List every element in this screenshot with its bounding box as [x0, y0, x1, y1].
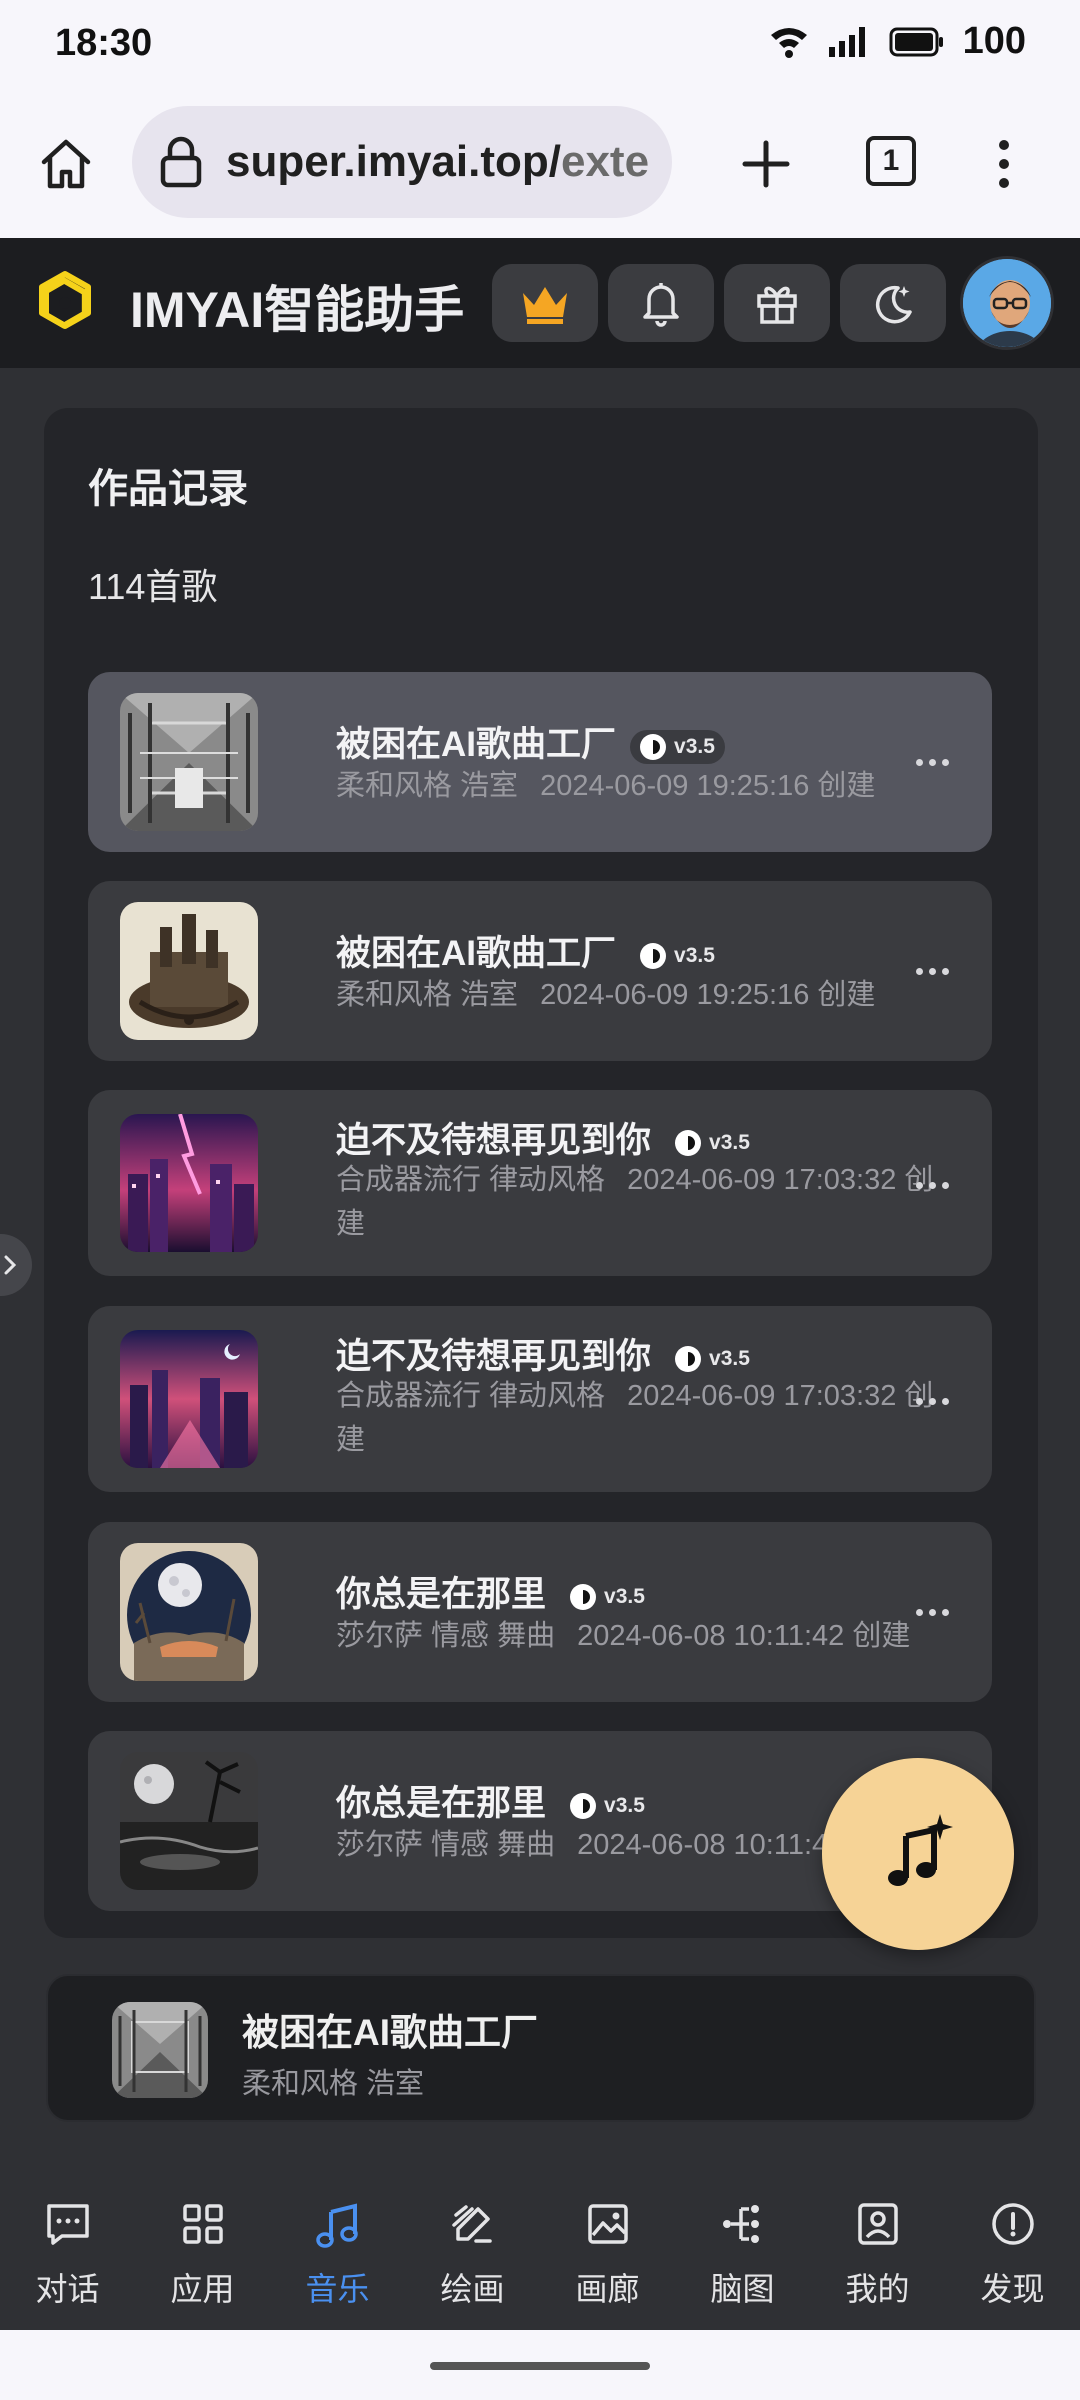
- version-badge: v3.5: [560, 1789, 655, 1823]
- suno-icon: [675, 1129, 702, 1156]
- address-bar[interactable]: super.imyai.top/exte: [132, 106, 672, 218]
- home-gesture-bar[interactable]: [430, 2362, 650, 2370]
- works-title: 作品记录: [88, 467, 248, 511]
- status-time: 18:30: [55, 22, 153, 64]
- suno-icon: [675, 1345, 702, 1372]
- app-header: IMYAI智能助手: [0, 238, 1080, 368]
- song-item[interactable]: 迫不及待想再见到你 v3.5 合成器流行 律动风格 2024-06-09 17:03…: [88, 1090, 992, 1276]
- song-item[interactable]: 被困在AI歌曲工厂 v3.5 柔和风格 浩室 2024-06-09 19:25:16…: [88, 672, 992, 852]
- version-badge: v3.5: [665, 1126, 760, 1160]
- more-icon[interactable]: [916, 1391, 956, 1411]
- wifi-icon: [770, 27, 807, 58]
- app-title: IMYAI智能助手: [130, 282, 465, 338]
- song-cover: [120, 1752, 258, 1890]
- version-badge: v3.5: [630, 939, 725, 973]
- suno-icon: [640, 733, 667, 760]
- theme-toggle-button[interactable]: [840, 264, 946, 342]
- song-cover: [120, 902, 258, 1040]
- song-meta: 合成器流行 律动风格 2024-06-09 17:03:32 创建: [336, 1380, 934, 1456]
- suno-icon: [640, 942, 667, 969]
- song-cover: [120, 1330, 258, 1468]
- player-subtitle: 柔和风格 浩室: [242, 2068, 425, 2100]
- mini-player[interactable]: 被困在AI歌曲工厂 柔和风格 浩室: [46, 1974, 1036, 2122]
- crown-icon: [523, 287, 567, 324]
- suno-icon: [570, 1583, 597, 1610]
- apps-icon: [177, 2198, 229, 2250]
- song-title: 你总是在那里 v3.5: [336, 1775, 655, 1826]
- bell-icon: [643, 283, 679, 327]
- song-meta: 柔和风格 浩室 2024-06-09 19:25:16 创建: [336, 770, 876, 802]
- nav-apps[interactable]: 应用: [135, 2170, 270, 2330]
- create-music-button[interactable]: [822, 1758, 1014, 1950]
- song-item[interactable]: 被困在AI歌曲工厂 v3.5 柔和风格 浩室 2024-06-09 19:25:16…: [88, 881, 992, 1061]
- works-panel: 作品记录 114首歌 被困在AI歌曲工厂 v3.5 柔和风格 浩室 2024-06-…: [44, 408, 1038, 1938]
- paint-icon: [447, 2198, 499, 2250]
- browser-menu-button[interactable]: [984, 128, 1024, 200]
- song-title: 你总是在那里 v3.5: [336, 1566, 655, 1617]
- system-gesture-area: [0, 2330, 1080, 2400]
- version-badge: v3.5: [560, 1580, 655, 1614]
- discover-icon: [987, 2198, 1039, 2250]
- song-cover: [120, 1543, 258, 1681]
- new-tab-button[interactable]: [730, 128, 802, 200]
- nav-chat[interactable]: 对话: [0, 2170, 135, 2330]
- nav-mindmap[interactable]: 脑图: [675, 2170, 810, 2330]
- player-cover: [112, 2002, 208, 2098]
- more-icon[interactable]: [916, 752, 956, 772]
- tab-switcher-button[interactable]: 1: [866, 136, 916, 186]
- mindmap-icon: [717, 2198, 769, 2250]
- battery-level: 100: [962, 20, 1026, 62]
- notification-button[interactable]: [608, 264, 714, 342]
- url-text: super.imyai.top/exte: [226, 137, 650, 186]
- home-icon: [41, 139, 91, 189]
- song-count: 114首歌: [88, 566, 218, 607]
- version-badge: v3.5: [665, 1342, 760, 1376]
- song-title: 迫不及待想再见到你 v3.5: [336, 1112, 760, 1163]
- suno-icon: [570, 1792, 597, 1819]
- home-button[interactable]: [30, 128, 102, 200]
- song-title: 被困在AI歌曲工厂 v3.5: [336, 716, 725, 767]
- chevron-right-icon: [4, 1255, 17, 1275]
- more-icon[interactable]: [916, 961, 956, 981]
- song-meta: 莎尔萨 情感 舞曲 2024-06-08 10:11:42 创建: [336, 1620, 911, 1652]
- user-avatar[interactable]: [960, 256, 1054, 350]
- gallery-icon: [582, 2198, 634, 2250]
- song-item[interactable]: 你总是在那里 v3.5 莎尔萨 情感 舞曲 2024-06-08 10:11:42 …: [88, 1522, 992, 1702]
- signal-icon: [828, 26, 865, 57]
- battery-icon: [889, 27, 943, 56]
- plus-icon: [742, 140, 790, 188]
- nav-profile[interactable]: 我的: [810, 2170, 945, 2330]
- profile-icon: [852, 2198, 904, 2250]
- status-bar: 18:30 100: [0, 0, 1080, 92]
- version-badge: v3.5: [630, 729, 725, 764]
- music-sparkle-icon: [888, 1814, 953, 1886]
- nav-discover[interactable]: 发现: [945, 2170, 1080, 2330]
- lock-icon: [156, 132, 206, 192]
- song-item[interactable]: 迫不及待想再见到你 v3.5 合成器流行 律动风格 2024-06-09 17:03…: [88, 1306, 992, 1492]
- status-icons: 100: [769, 20, 1026, 63]
- nav-music[interactable]: 音乐: [270, 2170, 405, 2330]
- sidebar-toggle-button[interactable]: [0, 1234, 32, 1296]
- chat-icon: [42, 2198, 94, 2250]
- song-meta: 合成器流行 律动风格 2024-06-09 17:03:32 创建: [336, 1164, 934, 1240]
- song-title: 迫不及待想再见到你 v3.5: [336, 1328, 760, 1379]
- song-cover: [120, 693, 258, 831]
- moon-icon: [875, 285, 912, 324]
- nav-gallery[interactable]: 画廊: [540, 2170, 675, 2330]
- player-title: 被困在AI歌曲工厂: [242, 2012, 538, 2053]
- song-cover: [120, 1114, 258, 1252]
- song-title: 被困在AI歌曲工厂 v3.5: [336, 925, 725, 976]
- song-meta: 柔和风格 浩室 2024-06-09 19:25:16 创建: [336, 979, 876, 1011]
- vip-button[interactable]: [492, 264, 598, 342]
- gift-button[interactable]: [724, 264, 830, 342]
- gift-icon: [757, 286, 797, 324]
- more-icon[interactable]: [916, 1602, 956, 1622]
- openai-logo-icon: [39, 271, 91, 329]
- browser-toolbar: super.imyai.top/exte 1: [0, 92, 1080, 238]
- music-icon: [312, 2198, 364, 2250]
- more-icon[interactable]: [916, 1175, 956, 1195]
- bottom-navigation: 对话 应用 音乐 绘画 画廊 脑图 我的 发现: [0, 2170, 1080, 2330]
- nav-paint[interactable]: 绘画: [405, 2170, 540, 2330]
